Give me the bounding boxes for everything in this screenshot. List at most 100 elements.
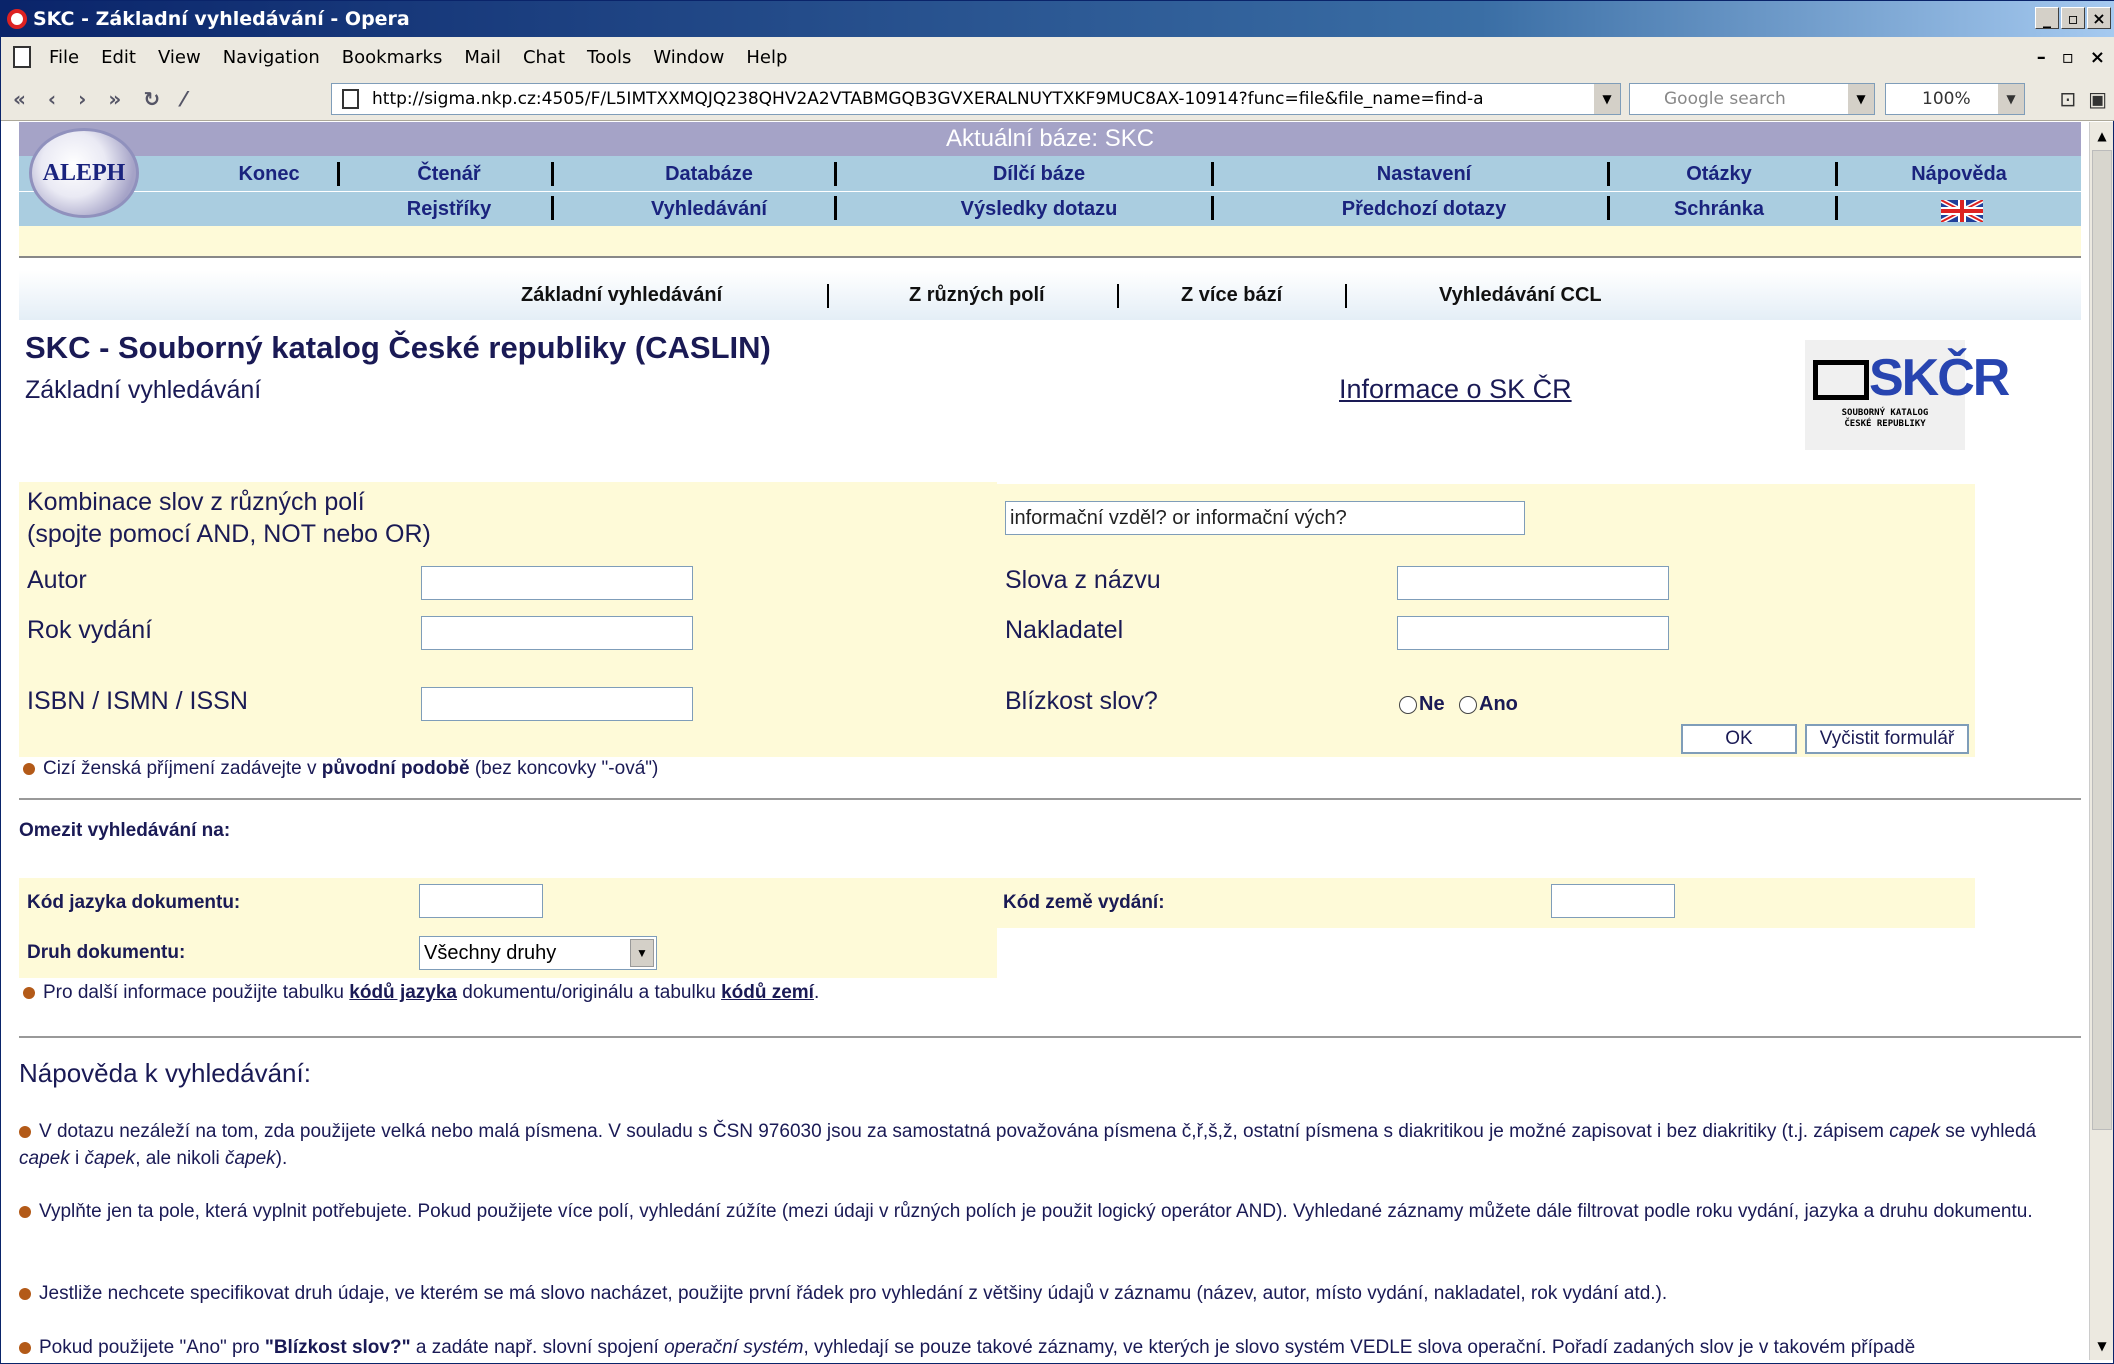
page-icon <box>13 46 31 68</box>
vertical-scrollbar[interactable]: ▲ ▼ <box>2089 122 2113 1360</box>
rok-input[interactable] <box>421 616 693 650</box>
address-dropdown-icon[interactable]: ▼ <box>1594 84 1620 114</box>
info-link[interactable]: Informace o SK ČR <box>1339 374 1572 405</box>
divider <box>19 1036 2081 1038</box>
tab-zakladni[interactable]: Základní vyhledávání <box>521 284 722 307</box>
nav-predchozi-dotazy[interactable]: Předchozí dotazy <box>1229 192 1619 228</box>
rewind-icon[interactable]: « <box>13 87 26 111</box>
chevron-down-icon[interactable]: ▼ <box>630 939 654 967</box>
opera-icon <box>7 9 27 29</box>
address-text: http://sigma.nkp.cz:4505/F/L5IMTXXMQJQ23… <box>372 89 1484 109</box>
nav-konec[interactable]: Konec <box>199 156 339 192</box>
menu-edit[interactable]: Edit <box>101 47 136 68</box>
page-close-button[interactable]: × <box>2090 47 2105 68</box>
menu-mail[interactable]: Mail <box>464 47 501 68</box>
bullet-icon <box>19 1287 31 1300</box>
isbn-input[interactable] <box>421 687 693 721</box>
tab-ccl[interactable]: Vyhledávání CCL <box>1439 284 1602 307</box>
zoom-select[interactable]: 100% ▼ <box>1885 83 2025 115</box>
help-paragraph-1: V dotazu nezáleží na tom, zda použijete … <box>19 1121 2037 1169</box>
slova-input[interactable] <box>1397 566 1669 600</box>
search-type-tabs: Základní vyhledávání Z různých polí Z ví… <box>19 270 2081 320</box>
nav-row-1: Konec Čtenář Databáze Dílčí báze Nastave… <box>19 156 2081 192</box>
nav-ctenar[interactable]: Čtenář <box>349 156 549 192</box>
limit-row-1: Kód jazyka dokumentu: Kód země vydání: <box>19 878 1975 928</box>
aleph-header: Aktuální báze: SKC Konec Čtenář Databáze… <box>19 122 2081 258</box>
bullet-icon <box>19 1125 31 1138</box>
divider <box>19 798 2081 800</box>
page-content: Aktuální báze: SKC Konec Čtenář Databáze… <box>1 122 2091 1360</box>
page-minimize-button[interactable]: – <box>2037 47 2046 68</box>
nav-schranka[interactable]: Schránka <box>1619 192 1819 228</box>
bullet-icon <box>19 1341 31 1354</box>
nakladatel-input[interactable] <box>1397 616 1669 650</box>
radio-ne[interactable]: Ne <box>1399 693 1445 716</box>
menu-bookmarks[interactable]: Bookmarks <box>342 47 443 68</box>
help-paragraph-3: Jestliže nechcete specifikovat druh údaj… <box>19 1280 2069 1307</box>
scroll-up-icon[interactable]: ▲ <box>2092 126 2112 146</box>
blizkost-label: Blízkost slov? <box>1005 687 1158 715</box>
rok-label: Rok vydání <box>27 616 153 644</box>
search-dropdown-icon[interactable]: ▼ <box>1848 84 1874 114</box>
nav-vyhledavani[interactable]: Vyhledávání <box>564 192 854 228</box>
tab-z-ruznych-poli[interactable]: Z různých polí <box>909 284 1045 307</box>
english-flag-icon[interactable] <box>1939 197 1985 225</box>
nav-napoveda[interactable]: Nápověda <box>1849 156 2069 192</box>
country-input[interactable] <box>1551 884 1675 918</box>
back-icon[interactable]: ‹ <box>48 87 56 111</box>
nav-databaze[interactable]: Databáze <box>564 156 854 192</box>
page-title: SKC - Souborný katalog České republiky (… <box>25 330 771 365</box>
nav-vysledky-dotazu[interactable]: Výsledky dotazu <box>849 192 1229 228</box>
nav-otazky[interactable]: Otázky <box>1619 156 1819 192</box>
lang-codes-link[interactable]: kódů jazyka <box>349 982 457 1003</box>
clear-form-button[interactable]: Vyčistit formulář <box>1805 724 1969 754</box>
lock-icon[interactable]: ⊡ <box>2059 87 2076 111</box>
nav-nastaveni[interactable]: Nastavení <box>1229 156 1619 192</box>
help-heading: Nápověda k vyhledávání: <box>19 1058 311 1088</box>
combo-hint: (spojte pomocí AND, NOT nebo OR) <box>27 520 431 548</box>
type-select[interactable]: Všechny druhy ▼ <box>419 936 657 970</box>
forward-icon[interactable]: › <box>78 87 86 111</box>
reload-icon[interactable]: ↻ <box>143 87 160 111</box>
address-bar[interactable]: http://sigma.nkp.cz:4505/F/L5IMTXXMQJQ23… <box>331 83 1621 115</box>
search-form: Kombinace slov z různých polí (spojte po… <box>19 482 1975 687</box>
autor-input[interactable] <box>421 566 693 600</box>
restore-button[interactable]: ▫ <box>2061 7 2085 29</box>
zoom-dropdown-icon[interactable]: ▼ <box>1998 84 2024 114</box>
menu-tools[interactable]: Tools <box>587 47 631 68</box>
help-paragraph-4: Pokud použijete "Ano" pro "Blízkost slov… <box>19 1334 2069 1360</box>
ok-button[interactable]: OK <box>1681 724 1797 754</box>
aleph-logo[interactable]: ALEPH <box>29 128 139 218</box>
page-restore-button[interactable]: ▫ <box>2062 47 2074 68</box>
bullet-icon <box>23 762 35 775</box>
nav-dilci-baze[interactable]: Dílčí báze <box>849 156 1229 192</box>
menu-help[interactable]: Help <box>746 47 787 68</box>
combo-label: Kombinace slov z různých polí <box>27 488 365 516</box>
radio-ano-circle[interactable] <box>1459 695 1477 714</box>
search-input[interactable]: Google search ▼ <box>1629 83 1875 115</box>
menu-view[interactable]: View <box>158 47 201 68</box>
menu-navigation[interactable]: Navigation <box>223 47 320 68</box>
radio-ne-circle[interactable] <box>1399 695 1417 714</box>
menu-file[interactable]: File <box>49 47 79 68</box>
close-button[interactable]: × <box>2087 7 2111 29</box>
tab-z-vice-bazi[interactable]: Z více bází <box>1181 284 1282 307</box>
combo-input[interactable]: informační vzděl? or informační vých? <box>1005 501 1525 535</box>
stop-icon[interactable]: ⁄ <box>182 87 185 111</box>
search-placeholder: Google search <box>1664 89 1786 109</box>
menu-window[interactable]: Window <box>653 47 724 68</box>
country-codes-link[interactable]: kódů zemí <box>721 982 814 1003</box>
scroll-thumb[interactable] <box>2092 150 2112 1130</box>
nav-rejstriky[interactable]: Rejstříky <box>349 192 549 228</box>
lang-input[interactable] <box>419 884 543 918</box>
help-paragraph-2: Vyplňte jen ta pole, která vyplnit potře… <box>19 1198 2069 1225</box>
panel-icon[interactable]: ▣ <box>2088 87 2107 111</box>
menu-bar: File Edit View Navigation Bookmarks Mail… <box>1 37 2114 77</box>
fast-forward-icon[interactable]: » <box>108 87 121 111</box>
radio-ano[interactable]: Ano <box>1459 693 1518 716</box>
zoom-value: 100% <box>1922 89 1971 109</box>
limit-heading: Omezit vyhledávání na: <box>19 820 231 841</box>
minimize-button[interactable]: _ <box>2035 7 2059 29</box>
menu-chat[interactable]: Chat <box>523 47 565 68</box>
scroll-down-icon[interactable]: ▼ <box>2092 1336 2112 1356</box>
